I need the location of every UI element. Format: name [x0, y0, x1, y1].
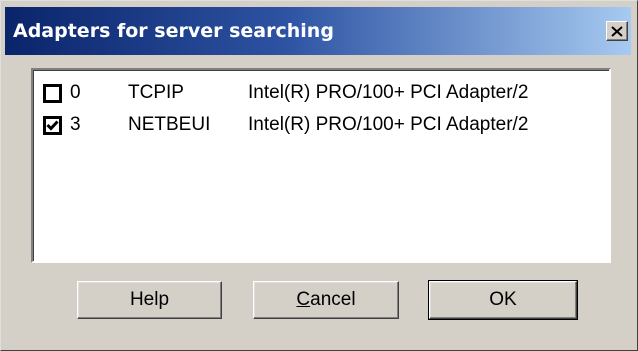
- cancel-button[interactable]: Cancel: [253, 281, 399, 319]
- cancel-button-label: ancel: [310, 289, 356, 310]
- adapter-checkbox-checked[interactable]: [43, 116, 62, 135]
- checkmark-icon: [46, 120, 59, 131]
- title-bar[interactable]: Adapters for server searching: [5, 7, 631, 55]
- adapter-protocol: NETBEUI: [128, 114, 211, 135]
- close-button[interactable]: [606, 21, 628, 41]
- close-icon: [611, 25, 623, 37]
- ok-button[interactable]: OK: [428, 280, 578, 320]
- adapter-number: 0: [70, 82, 81, 103]
- adapter-name: Intel(R) PRO/100+ PCI Adapter/2: [248, 82, 529, 103]
- adapter-list[interactable]: 0 TCPIP Intel(R) PRO/100+ PCI Adapter/2 …: [31, 68, 611, 263]
- adapter-number: 3: [70, 114, 81, 135]
- cancel-mnemonic: C: [296, 289, 311, 310]
- ok-button-label: OK: [489, 289, 517, 310]
- adapter-checkbox-unchecked[interactable]: [43, 84, 62, 103]
- adapter-protocol: TCPIP: [128, 82, 184, 103]
- adapters-dialog: Adapters for server searching 0 TCPIP In…: [0, 0, 638, 351]
- dialog-title: Adapters for server searching: [13, 20, 334, 42]
- help-button[interactable]: Help: [77, 281, 222, 319]
- help-button-label: Help: [129, 289, 170, 310]
- adapter-name: Intel(R) PRO/100+ PCI Adapter/2: [248, 114, 529, 135]
- list-item[interactable]: 0 TCPIP Intel(R) PRO/100+ PCI Adapter/2: [41, 80, 601, 106]
- list-item[interactable]: 3 NETBEUI Intel(R) PRO/100+ PCI Adapter/…: [41, 112, 601, 138]
